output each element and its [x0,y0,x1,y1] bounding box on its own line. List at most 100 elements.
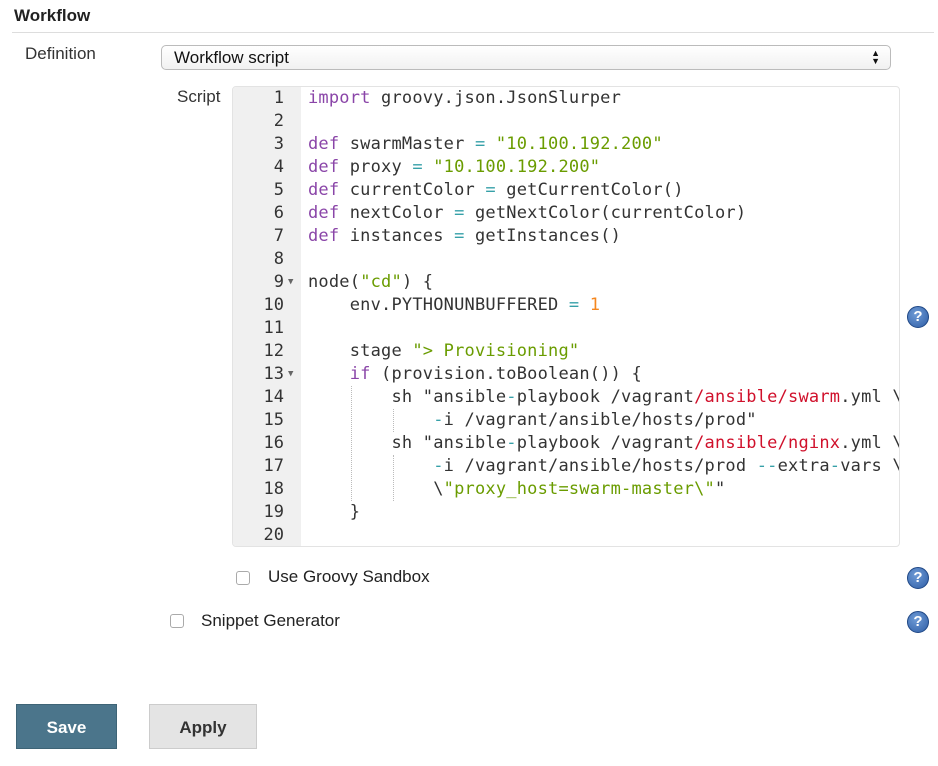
code-token: getNextColor(currentColor) [464,203,747,223]
apply-button[interactable]: Apply [149,704,257,749]
question-circle-icon[interactable]: ? [907,306,929,328]
line-number: 13 [263,364,284,384]
code-token: sh "ansible [308,433,507,453]
definition-select[interactable]: Workflow script ▲ ▼ [161,45,891,70]
code-token: = [485,180,496,200]
fold-toggle-icon[interactable]: ▼ [288,363,293,386]
code-line: 8 [233,248,899,271]
code-text: sh "ansible-playbook /vagrant/ansible/sw… [308,386,900,409]
line-number: 14 [263,387,284,407]
code-token: node( [308,272,361,292]
line-number: 16 [263,433,284,453]
line-number: 4 [273,157,284,177]
groovy-sandbox-label: Use Groovy Sandbox [268,567,430,586]
code-token: env.PYTHONUNBUFFERED [308,295,569,315]
code-line: 10 env.PYTHONUNBUFFERED = 1 [233,294,899,317]
divider [12,32,934,33]
code-token: playbook /vagrant [516,387,695,407]
line-number: 2 [273,111,284,131]
indent-guide [351,386,352,501]
line-number: 6 [273,203,284,223]
line-number: 17 [263,456,284,476]
snippet-generator-checkbox[interactable] [170,614,184,628]
code-text: stage "> Provisioning" [308,340,579,363]
code-token: extra [777,456,830,476]
code-token: "cd" [360,272,402,292]
code-token: \ [308,479,444,499]
code-text: } [308,501,360,524]
code-line: 6 def nextColor = getNextColor(currentCol… [233,202,899,225]
code-token: .yml \ [840,387,900,407]
snippet-generator-label: Snippet Generator [201,611,340,630]
line-number: 10 [263,295,284,315]
question-circle-icon[interactable]: ? [907,611,929,633]
code-text: sh "ansible-playbook /vagrant/ansible/ng… [308,432,900,455]
line-number: 1 [273,88,284,108]
code-token: swarmMaster [339,134,475,154]
save-button[interactable]: Save [16,704,117,749]
code-token: - [506,387,517,407]
line-number: 5 [273,180,284,200]
line-number: 19 [263,502,284,522]
code-token: sh "ansible [308,387,507,407]
line-number: 12 [263,341,284,361]
definition-label: Definition [25,44,96,63]
code-text: if (provision.toBoolean()) { [308,363,642,386]
code-line: 15 -i /vagrant/ansible/hosts/prod" [233,409,899,432]
code-line: 4 def proxy = "10.100.192.200" [233,156,899,179]
code-line: 18 \"proxy_host=swarm-master\"" [233,478,899,501]
line-number: 11 [263,318,284,338]
definition-selected-value: Workflow script [174,48,289,67]
code-line: 2 [233,110,899,133]
code-text: env.PYTHONUNBUFFERED = 1 [308,294,600,317]
question-circle-icon[interactable]: ? [907,567,929,589]
groovy-sandbox-checkbox[interactable] [236,571,250,585]
fold-toggle-icon[interactable]: ▼ [288,271,293,294]
code-token: = [568,295,580,315]
code-line: 19 } [233,501,899,524]
code-line: 14 sh "ansible-playbook /vagrant/ansible… [233,386,899,409]
code-token: "proxy_host=swarm-master\" [443,479,715,499]
line-number: 7 [273,226,284,246]
code-line: 7 def instances = getInstances() [233,225,899,248]
code-token: .yml \ [840,433,900,453]
code-line: 11 [233,317,899,340]
code-token: "> Provisioning" [412,341,580,361]
code-line: 17 -i /vagrant/ansible/hosts/prod --extr… [233,455,899,478]
code-line: 5 def currentColor = getCurrentColor() [233,179,899,202]
code-token: (provision.toBoolean()) { [370,364,642,384]
code-token: ) { [401,272,434,292]
code-token: -- [756,456,778,476]
script-label: Script [177,87,221,106]
code-token: - [506,433,517,453]
code-token: - [433,456,444,476]
code-token: = [474,134,486,154]
code-text: node("cd") { [308,271,433,294]
code-token: if [349,364,371,384]
line-number: 15 [263,410,284,430]
code-token: = [454,203,465,223]
line-number: 8 [273,249,284,269]
code-token: vars \ [840,456,900,476]
line-number: 20 [263,525,284,545]
code-token: 1 [589,295,601,315]
section-title: Workflow [14,6,91,25]
code-token: def [308,180,340,200]
script-editor[interactable]: 1 import groovy.json.JsonSlurper 2 3 def swa… [232,86,900,547]
code-token: getCurrentColor() [495,180,684,200]
code-line: 9 ▼ node("cd") { [233,271,899,294]
code-token: proxy [339,157,413,177]
code-token: i /vagrant/ansible/hosts/prod [443,456,757,476]
code-token: instances [339,226,455,246]
code-token: import [308,88,371,108]
code-token: getInstances() [464,226,622,246]
code-token: /ansible/swarm [694,387,841,407]
code-token: = [454,226,465,246]
code-line: 1 import groovy.json.JsonSlurper [233,87,899,110]
line-number: 18 [263,479,284,499]
code-token: def [308,226,340,246]
